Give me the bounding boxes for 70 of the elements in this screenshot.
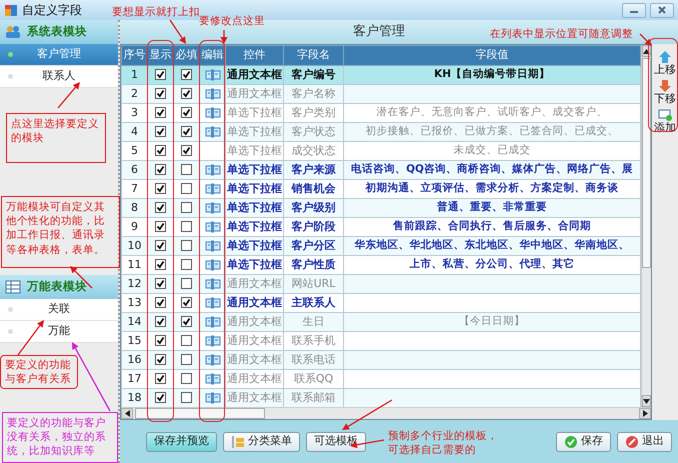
table-cell: 16 [122,350,148,370]
table-cell: 10 [122,236,148,256]
column-header: 必填 [174,46,200,66]
table-cell: 通用文本框 [226,388,284,407]
annotation: 要修改点这里 [199,14,265,28]
table-row[interactable]: 1 通用文本框 客户编号 KH【自动编号带日期】 [122,66,641,84]
menu-button[interactable]: 分类菜单 [223,432,300,452]
table-cell: 通用文本框 [226,274,284,294]
table-cell: 单选下拉框 [226,236,284,256]
sidebar-item[interactable]: 联系人 [0,66,118,88]
annotation: 要想显示就打上扣 [112,5,200,18]
table-cell: KH【自动编号带日期】 [344,66,641,84]
column-header: 编辑 [200,46,226,66]
table-cell: 6 [122,160,148,180]
move-button[interactable]: 下移 [654,79,676,106]
annotation: 预制多个行业的模板，可选择自己需要的 [388,429,499,458]
table-row[interactable]: 10 单选下拉框 客户分区 华东地区、华北地区、东北地区、华中地区、华南地区、 [122,236,641,256]
table-cell: 单选下拉框 [226,198,284,218]
table-cell: 1 [122,66,148,84]
section-title: 万能表模块 [27,278,87,296]
table-cell: 8 [122,198,148,218]
panel-title: 客户管理 [353,23,405,42]
table-cell: 通用文本框 [226,66,284,84]
table-cell: 【今日日期】 [344,312,641,332]
exit-button[interactable]: 退出 [617,432,672,452]
table-cell: 普通、重要、非常重要 [344,198,641,218]
table-row[interactable]: 6 单选下拉框 客户来源 电话咨询、QQ咨询、商桥咨询、媒体广告、网络广告、展 [122,160,641,180]
table-cell: 华东地区、华北地区、东北地区、华中地区、华南地区、 [344,236,641,256]
section-title: 系统表模块 [27,23,87,40]
column-header: 控件 [226,46,284,66]
annotation: 点这里选择要定义的模块 [6,113,106,163]
annotation: 在列表中显示位置可随意调整 [490,27,633,42]
table-row[interactable]: 8 单选下拉框 客户级别 普通、重要、非常重要 [122,198,641,218]
table-row[interactable]: 4 单选下拉框 客户状态 初步接触、已报价、已做方案、已签合同、已成交、 [122,122,641,142]
table-cell: 联系电话 [284,350,344,370]
table-cell: 4 [122,122,148,142]
table-cell: 通用文本框 [226,84,284,104]
table-cell: 单选下拉框 [226,122,284,142]
table-cell: 通用文本框 [226,350,284,370]
move-button[interactable]: 上移 [654,50,676,76]
table-cell: 客户编号 [284,66,344,84]
table-cell: 联系邮箱 [284,388,344,407]
preview-button[interactable]: 保存并预览 [146,432,217,452]
table-cell: 初步接触、已报价、已做方案、已签合同、已成交、 [344,122,641,142]
table-cell: 通用文本框 [226,312,284,332]
table-row[interactable]: 14 通用文本框 生日 【今日日期】 [122,312,641,332]
column-header: 字段名 [284,46,344,66]
annotation: 要定义的功能与客户没有关系，独立的系统，比加知识库等 [2,412,118,463]
table-cell: 2 [122,84,148,104]
table-cell: 网站URL [284,274,344,294]
table-cell: 12 [122,274,148,294]
table-cell: 单选下拉框 [226,160,284,180]
table-cell: 客户级别 [284,198,344,218]
annotation: 万能模块可自定义其他个性化的功能，比加工作日报、通讯录等各种表格，表单。 [1,196,120,268]
sidebar-item[interactable]: 万能 [0,321,118,343]
sidebar-item[interactable]: 关联 [0,299,118,321]
annotation: 要定义的功能与客户有关系 [0,355,78,390]
window-title: 自定义字段 [22,2,82,19]
table-cell: 客户名称 [284,84,344,104]
table-cell: 客户状态 [284,122,344,142]
column-header: 字段值 [344,46,641,66]
column-header: 显示 [148,46,174,66]
column-header: 序号 [122,46,148,66]
table-cell: 客户来源 [284,160,344,180]
table-cell: 客户分区 [284,236,344,256]
table-cell: 14 [122,312,148,332]
table-cell: 电话咨询、QQ咨询、商桥咨询、媒体广告、网络广告、展 [344,160,641,180]
table-cell: 18 [122,388,148,407]
table-cell: 生日 [284,312,344,332]
save-button[interactable]: 保存 [556,432,611,452]
